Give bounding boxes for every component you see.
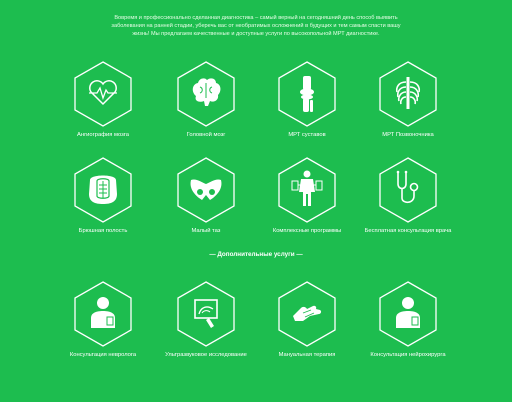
service-spine[interactable]: МРТ Позвоночника [353,60,463,139]
doctor-icon [74,281,132,347]
ribcage-spine-icon [379,61,437,127]
hands-icon [278,281,336,347]
abdomen-icon [74,157,132,223]
service-angiography[interactable]: Ангиография мозга [48,60,158,139]
service-free-consultation[interactable]: Бесплатная консультация врача [353,156,463,235]
pelvis-icon [177,157,235,223]
heart-pulse-icon [74,61,132,127]
service-complex[interactable]: Комплексные программы [252,156,362,235]
full-body-icon [278,157,336,223]
service-label: Малый таз [191,228,221,234]
service-brain[interactable]: Головной мозг [151,60,261,139]
service-label: Брюшная полость [78,228,128,234]
service-label: Ангиография мозга [77,132,129,138]
additional-services-heading: — Дополнительные услуги — [209,251,303,258]
service-joints[interactable]: МРТ суставов [252,60,362,139]
doctor-icon [379,281,437,347]
service-label: МРТ Позвоночника [382,132,434,138]
service-neurosurgeon[interactable]: Консультация нейрохирурга [353,280,463,359]
service-neurologist[interactable]: Консультация невролога [48,280,158,359]
service-pelvis[interactable]: Малый таз [151,156,261,235]
intro-text: Вовремя и профессионально сделанная диаг… [111,15,401,37]
knee-joint-icon [278,61,336,127]
service-label: Ультразвуковое исследование [165,352,247,358]
service-label: Бесплатная консультация врача [364,228,452,234]
service-manual-therapy[interactable]: Мануальная терапия [252,280,362,359]
service-label: Консультация нейрохирурга [370,352,446,358]
service-label: Мануальная терапия [278,352,336,358]
service-label: Головной мозг [186,132,226,138]
ultrasound-icon [177,281,235,347]
service-abdomen[interactable]: Брюшная полость [48,156,158,235]
service-label: Комплексные программы [272,228,342,234]
brain-icon [177,61,235,127]
service-label: Консультация невролога [69,352,137,358]
service-ultrasound[interactable]: Ультразвуковое исследование [151,280,261,359]
service-label: МРТ суставов [288,132,326,138]
stethoscope-icon [379,157,437,223]
